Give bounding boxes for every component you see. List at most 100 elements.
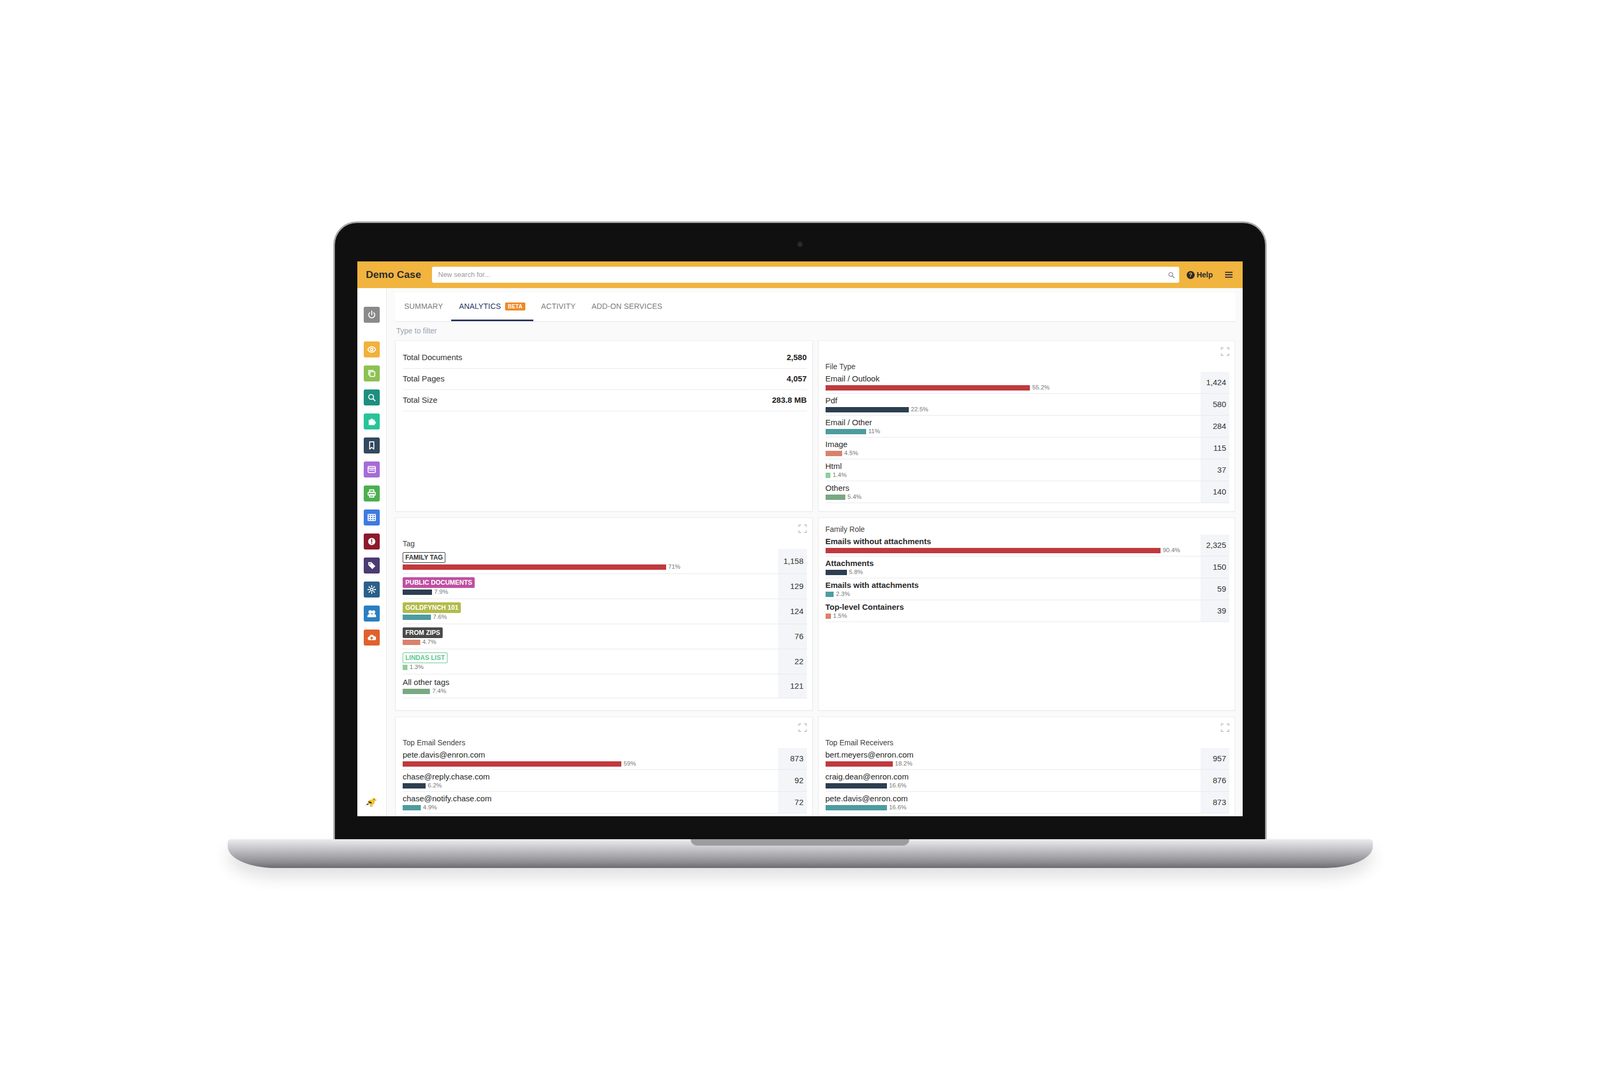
- tags-icon: [366, 560, 377, 571]
- search-icon[interactable]: [1168, 271, 1175, 279]
- bar-row[interactable]: pete.davis@enron.com59%873: [402, 747, 807, 770]
- row-label-line: All other tags: [402, 677, 774, 687]
- search-input[interactable]: [437, 268, 1168, 281]
- tag-badge[interactable]: FROM ZIPS: [402, 627, 443, 638]
- sidebar-item[interactable]: [363, 413, 380, 430]
- filter-input[interactable]: [395, 322, 609, 340]
- bar-percent: 1.3%: [409, 662, 424, 672]
- tag-badge[interactable]: LINDAS LIST: [402, 652, 448, 663]
- sidebar-item[interactable]: [363, 509, 380, 526]
- bar-row[interactable]: PUBLIC DOCUMENTS7.9%129: [402, 573, 807, 599]
- laptop: Demo Case ?Help SUMMARYANALYTICSBETA ACTIV…: [0, 221, 1600, 868]
- bar-color: [825, 591, 835, 597]
- bar-row[interactable]: Email / Outlook55.2%1,424: [825, 371, 1230, 394]
- tag-badge[interactable]: FAMILY TAG: [402, 552, 446, 563]
- bar-row[interactable]: Pdf22.5%580: [825, 393, 1230, 416]
- bar-row[interactable]: Html1.4%37: [825, 459, 1230, 482]
- sidebar-item[interactable]: [363, 581, 380, 598]
- expand-icon[interactable]: [798, 723, 807, 732]
- bar-track: 90.4%: [825, 546, 1197, 555]
- sidebar-item[interactable]: [363, 365, 380, 382]
- tab[interactable]: ACTIVITY: [533, 292, 584, 322]
- help-label: Help: [1196, 269, 1213, 281]
- search-field[interactable]: [432, 266, 1180, 283]
- expand-icon[interactable]: [798, 524, 807, 533]
- stats-card: Total Documents2,580Total Pages4,057Tota…: [395, 340, 813, 512]
- expand-icon[interactable]: [1220, 347, 1230, 356]
- row-label-line: Email / Other: [825, 417, 1197, 428]
- bar-percent: 7.9%: [434, 587, 448, 597]
- bar-fill: [825, 472, 831, 478]
- sidebar-item[interactable]: [363, 629, 380, 646]
- sidebar-item[interactable]: [363, 485, 380, 502]
- bar-color: [402, 589, 432, 595]
- row-label: Html: [825, 461, 843, 471]
- bar-row[interactable]: chase@reply.chase.com6.2%92: [402, 769, 807, 792]
- bar-cell: Emails with attachments2.3%: [825, 578, 1202, 600]
- laptop-base: [227, 838, 1373, 868]
- menu-icon[interactable]: [1224, 270, 1234, 279]
- app-body: SUMMARYANALYTICSBETA ACTIVITY ADD-ON SERVI…: [357, 288, 1243, 816]
- bar-row[interactable]: chase@notify.chase.com4.9%72: [402, 791, 807, 814]
- bar-row[interactable]: Others5.4%140: [825, 481, 1230, 503]
- row-count: 22: [778, 649, 807, 674]
- bar-row[interactable]: Email / Other11%284: [825, 415, 1230, 438]
- bar-row[interactable]: bert.meyers@enron.com18.2%957: [825, 747, 1230, 770]
- bar-row[interactable]: GOLDFYNCH 1017.6%124: [402, 598, 807, 624]
- bar-row[interactable]: pete.davis@enron.com16.6%873: [825, 791, 1230, 814]
- logo[interactable]: [364, 794, 379, 809]
- row-count: 580: [1200, 393, 1230, 415]
- bar-cell: LINDAS LIST1.3%: [402, 649, 779, 674]
- sidebar-item[interactable]: [363, 605, 380, 622]
- sidebar-item[interactable]: [363, 306, 380, 323]
- bar-track: 16.6%: [825, 781, 1197, 790]
- card-title: Top Email Senders: [402, 738, 807, 748]
- bar-color: [825, 761, 894, 767]
- card-title: Tag: [402, 539, 807, 549]
- row-label: Attachments: [825, 558, 875, 568]
- bar-row[interactable]: Emails without attachments90.4%2,325: [825, 534, 1230, 557]
- bar-fill: [825, 385, 1031, 391]
- sidebar-item[interactable]: [363, 389, 380, 406]
- row-label-line: Pdf: [825, 395, 1197, 406]
- bar-row[interactable]: All other tags7.4%121: [402, 674, 807, 699]
- sidebar-item[interactable]: [363, 437, 380, 454]
- expand-icon[interactable]: [1220, 723, 1230, 732]
- help-button[interactable]: ?Help: [1186, 269, 1213, 281]
- bar-track: 4.9%: [402, 803, 774, 812]
- bar-row[interactable]: Attachments5.8%150: [825, 556, 1230, 579]
- bar-fill: [402, 782, 426, 789]
- tag-badge[interactable]: PUBLIC DOCUMENTS: [402, 577, 475, 588]
- bar-fill: [402, 761, 622, 767]
- sidebar-item[interactable]: [363, 461, 380, 478]
- bar-row[interactable]: FAMILY TAG71%1,158: [402, 548, 807, 574]
- gear-icon: [366, 584, 377, 595]
- app-title: Demo Case: [365, 267, 422, 283]
- row-label-line: chase@reply.chase.com: [402, 771, 774, 782]
- bar-row[interactable]: LINDAS LIST1.3%22: [402, 649, 807, 675]
- sidebar-item[interactable]: [363, 341, 380, 358]
- bar-fill: [825, 547, 1162, 554]
- bar-percent: 4.7%: [422, 637, 437, 647]
- tab[interactable]: ADD-ON SERVICES: [583, 292, 671, 322]
- tab-label: ACTIVITY: [541, 300, 576, 312]
- menu-button[interactable]: [1224, 270, 1234, 279]
- sidebar-item[interactable]: [363, 533, 380, 550]
- bar-list: bert.meyers@enron.com18.2%957craig.dean@…: [825, 747, 1230, 814]
- users-icon: [366, 608, 377, 619]
- tab[interactable]: ANALYTICSBETA: [451, 292, 534, 322]
- bar-row[interactable]: Top-level Containers1.5%39: [825, 600, 1230, 622]
- bar-color: [825, 613, 831, 619]
- bar-row[interactable]: Image4.5%115: [825, 437, 1230, 460]
- bar-row[interactable]: craig.dean@enron.com16.6%876: [825, 769, 1230, 792]
- bar-row[interactable]: FROM ZIPS4.7%76: [402, 624, 807, 650]
- tab[interactable]: SUMMARY: [396, 292, 452, 322]
- goldfinch-icon[interactable]: [364, 794, 379, 809]
- bar-color: [825, 428, 867, 435]
- sidebar-item[interactable]: [363, 557, 380, 574]
- row-count: 1,424: [1200, 371, 1230, 394]
- bar-track: 5.4%: [825, 493, 1197, 501]
- bar-color: [825, 406, 909, 413]
- bar-row[interactable]: Emails with attachments2.3%59: [825, 578, 1230, 600]
- tag-badge[interactable]: GOLDFYNCH 101: [402, 602, 461, 613]
